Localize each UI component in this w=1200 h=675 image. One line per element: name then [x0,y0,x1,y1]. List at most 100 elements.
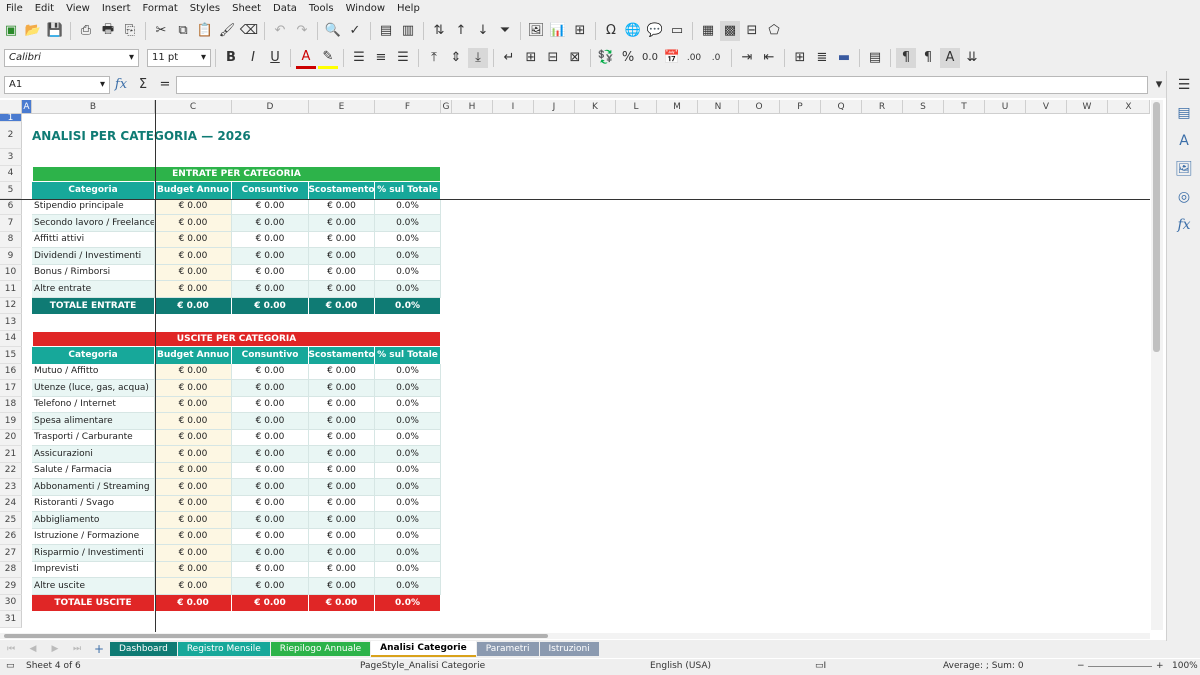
row-header-17[interactable]: 17 [0,380,22,397]
undo-icon[interactable]: ↶ [270,21,290,41]
row-header-2[interactable]: 2 [0,122,22,149]
row-header-23[interactable]: 23 [0,479,22,496]
row-header-12[interactable]: 12 [0,297,22,314]
column-header-f[interactable]: F [375,100,441,114]
redo-icon[interactable]: ↷ [292,21,312,41]
value-cell[interactable]: € 0.00 [232,198,309,215]
row-header-9[interactable]: 9 [0,248,22,265]
currency-format-icon[interactable]: 💱 [596,48,616,68]
value-cell[interactable]: 0.0% [375,429,441,446]
menu-format[interactable]: Format [137,3,184,14]
sheet-tab-dashboard[interactable]: Dashboard [110,642,177,656]
sheet-tab-parametri[interactable]: Parametri [476,642,539,656]
column-header-r[interactable]: R [862,100,903,114]
value-cell[interactable]: 0.0% [375,396,441,413]
value-cell[interactable]: 0.0% [375,462,441,479]
value-cell[interactable]: € 0.00 [232,561,309,578]
category-cell[interactable]: Utenze (luce, gas, acqua) [32,380,155,397]
right-to-left-icon[interactable]: ¶ [918,48,938,68]
value-cell[interactable]: € 0.00 [232,429,309,446]
value-cell[interactable]: € 0.00 [309,231,375,248]
total-value[interactable]: € 0.00 [309,297,375,314]
value-cell[interactable]: 0.0% [375,215,441,232]
sort-ascending-icon[interactable]: ↑ [451,21,471,41]
print-icon[interactable]: 🖶 [98,21,118,41]
value-cell[interactable]: 0.0% [375,446,441,463]
insert-chart-icon[interactable]: 📊 [548,21,568,41]
menu-sheet[interactable]: Sheet [226,3,267,14]
value-cell[interactable]: € 0.00 [309,561,375,578]
delete-decimal-icon[interactable]: .0 [706,48,726,68]
font-name-box[interactable]: Calibri ▾ [4,48,139,67]
value-cell[interactable]: € 0.00 [309,413,375,430]
value-cell[interactable]: € 0.00 [309,429,375,446]
row-header-5[interactable]: 5 [0,182,22,199]
sort-descending-icon[interactable]: ↓ [473,21,493,41]
formula-equals-icon[interactable]: = [155,75,175,95]
menu-window[interactable]: Window [340,3,391,14]
value-cell[interactable]: 0.0% [375,545,441,562]
highlight-color-icon[interactable]: ✎ [318,46,338,69]
spelling-icon[interactable]: ✓ [345,21,365,41]
value-cell[interactable]: € 0.00 [309,380,375,397]
sum-icon[interactable]: Σ [133,75,153,95]
value-cell[interactable]: € 0.00 [232,281,309,298]
sheet-tab-istruzioni[interactable]: Istruzioni [539,642,599,656]
headers-footers-icon[interactable]: ▭ [667,21,687,41]
value-cell[interactable]: € 0.00 [232,363,309,380]
category-cell[interactable]: Bonus / Rimborsi [32,264,155,281]
name-box[interactable]: A1 ▾ [4,75,110,94]
menu-styles[interactable]: Styles [184,3,226,14]
add-sheet-icon[interactable]: + [89,639,109,659]
row-header-21[interactable]: 21 [0,446,22,463]
properties-icon[interactable]: ▤ [1167,99,1200,127]
show-draw-functions-icon[interactable]: ⬠ [764,21,784,41]
percent-format-icon[interactable]: % [618,48,638,68]
category-cell[interactable]: Affitti attivi [32,231,155,248]
column-header-m[interactable]: M [657,100,698,114]
value-cell[interactable]: € 0.00 [309,446,375,463]
bold-icon[interactable]: B [221,48,241,68]
row-header-27[interactable]: 27 [0,545,22,562]
insert-image-icon[interactable]: 🖼 [526,21,546,41]
increase-indent-icon[interactable]: ⇥ [737,48,757,68]
row-header-24[interactable]: 24 [0,495,22,512]
freeze-rows-columns-icon[interactable]: ▩ [720,20,740,41]
menu-insert[interactable]: Insert [96,3,137,14]
row-header-10[interactable]: 10 [0,264,22,281]
row-header-1[interactable]: 1 [0,113,22,123]
value-cell[interactable]: € 0.00 [309,545,375,562]
row-header-13[interactable]: 13 [0,314,22,331]
value-cell[interactable]: € 0.00 [155,380,232,397]
total-label[interactable]: TOTALE ENTRATE [32,297,155,314]
column-header-g[interactable]: G [441,100,452,114]
category-cell[interactable]: Assicurazioni [32,446,155,463]
column-header-c[interactable]: C [155,100,232,114]
column-header-a[interactable]: A [22,100,32,114]
value-cell[interactable]: € 0.00 [232,248,309,265]
column-header-w[interactable]: W [1067,100,1108,114]
align-left-icon[interactable]: ☰ [349,48,369,68]
value-cell[interactable]: € 0.00 [309,215,375,232]
new-document-icon[interactable]: ▣ [1,21,21,41]
row-header-28[interactable]: 28 [0,561,22,578]
value-cell[interactable]: € 0.00 [232,413,309,430]
category-cell[interactable]: Abbigliamento [32,512,155,529]
sheet-tab-riepilogo-annuale[interactable]: Riepilogo Annuale [270,642,371,656]
column-header-t[interactable]: T [944,100,985,114]
value-cell[interactable]: € 0.00 [232,512,309,529]
value-cell[interactable]: € 0.00 [309,198,375,215]
value-cell[interactable]: 0.0% [375,248,441,265]
add-decimal-icon[interactable]: .00 [684,48,704,68]
value-cell[interactable]: 0.0% [375,561,441,578]
zoom-out-icon[interactable]: − [1077,661,1085,671]
font-size-box[interactable]: 11 pt ▾ [147,48,211,67]
value-cell[interactable]: € 0.00 [232,396,309,413]
conditional-format-icon[interactable]: ▤ [865,48,885,68]
row-header-8[interactable]: 8 [0,231,22,248]
category-cell[interactable]: Abbonamenti / Streaming [32,479,155,496]
zoom-slider[interactable] [1088,666,1152,667]
value-cell[interactable]: € 0.00 [309,512,375,529]
value-cell[interactable]: € 0.00 [232,231,309,248]
row-header-30[interactable]: 30 [0,594,22,611]
